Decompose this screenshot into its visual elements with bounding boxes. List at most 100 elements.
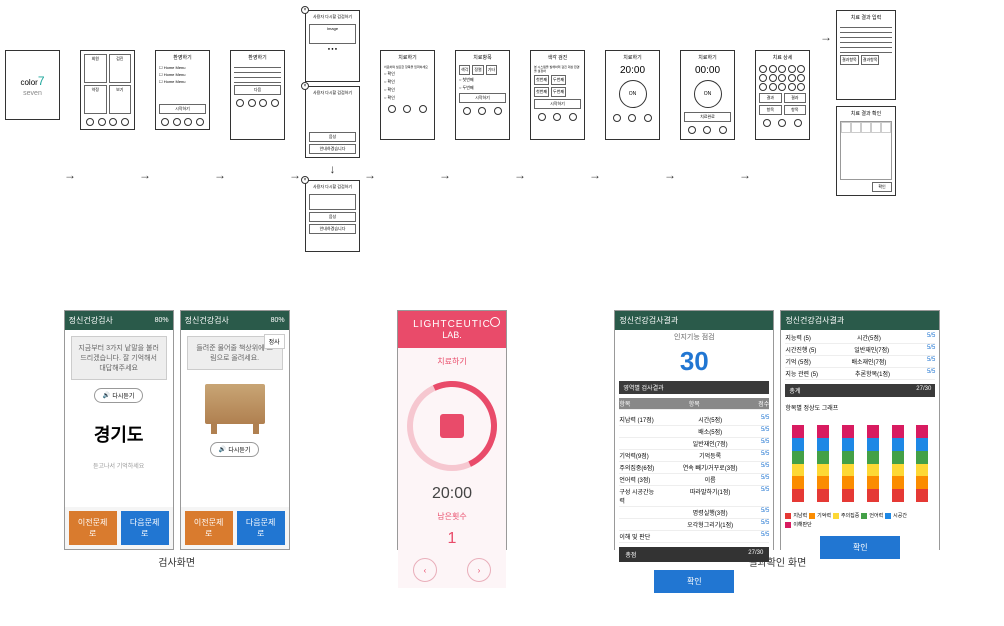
image-ph: Image [309,24,356,44]
title: 치료항목 [459,54,506,61]
title: 사용자 다시할 검검하기 [309,90,356,96]
desk-image[interactable] [205,384,265,424]
instruction-text: 지금부터 3가지 낱말을 불러드리겠습니다. 잘 기억해서 대답해주세요 [71,336,167,380]
result-group: 정신건강검사결과 인지기능 점검 30 영역별 검사결과 항목항목점수 지남력 … [614,310,940,569]
time-display: 20:00 [404,485,500,503]
audio-btn[interactable]: 음성 [309,212,356,222]
chart-title: 항목별 정상도 그래프 [785,403,935,412]
header-title: 정신건강검사 [69,315,113,326]
play-button[interactable]: 🔊 다시듣기 [94,388,144,403]
prev-button[interactable]: 이전문제로 [185,511,233,545]
title: 환영하기 [234,54,281,61]
title: 환영하기 [159,54,206,61]
screen-logo: color7 seven [5,50,60,120]
caption-exam: 검사화면 [158,554,195,569]
screen-home: 회원 검진 약정 보기 [80,50,135,130]
start-btn[interactable]: 시작하기 [534,99,581,109]
close-icon[interactable]: × [301,176,309,184]
home-btn[interactable]: 약정 [84,85,107,114]
next-arrow[interactable]: › [467,558,491,582]
title: 사용자 다시할 검검하기 [309,184,356,190]
title: 치료하기 [609,54,656,61]
screen-result-input: 치료 결과 입력 결과항목결과항목 [836,10,896,100]
close-icon[interactable]: × [301,6,309,14]
summary-table: 지능력 (5)시간(5점)5/5시간진행 (5)일반재인(7점)5/5기억 (5… [785,332,935,380]
remain-label: 남은횟수 [404,511,500,522]
audio-btn[interactable]: 안내하겠습니다 [309,144,356,154]
time-text: 00:00 [684,65,731,76]
confirm-button[interactable]: 확인 [654,570,734,593]
result-screen-1: 정신건강검사결과 인지기능 점검 30 영역별 검사결과 항목항목점수 지남력 … [614,310,774,550]
screen-therapy-opts: 치료하기 치료하며 필요한 항목을 입력하세요 ○ 확인 ○ 확인 ○ 확인 ○… [380,50,435,140]
start-btn[interactable]: 시작하기 [459,93,506,103]
on-button[interactable]: ON [619,80,647,108]
brand-title: LIGHTCEUTIC [413,319,491,330]
brand-sub: LAB. [442,330,462,340]
header-title: 정신건강검사결과 [785,315,844,326]
score-label: 인지기능 점검 [619,332,769,342]
screen-welcome2: 환영하기 다음 [230,50,285,140]
screen-welcome1: 환영하기 ☐ Home Menu ☐ Home Menu ☐ Home Menu… [155,50,210,130]
confirm-btn[interactable]: 확인 [872,182,892,192]
title: 사용자 다시할 검검하기 [309,14,356,20]
done-btn[interactable]: 치료완료 [684,112,731,122]
home-btn[interactable]: 검진 [109,54,132,83]
wireframe-flowchart: color7 seven → 회원 검진 약정 보기 → 환영하기 ☐ Home… [0,0,1004,300]
arrow-icon: → [589,168,601,182]
time-text: 20:00 [609,65,656,76]
home-btn[interactable]: 보기 [109,85,132,114]
caption-result: 결과확인 화면 [748,554,806,569]
arrow-icon: → [664,168,676,182]
arrow-icon: → [139,168,151,182]
header-title: 정신건강검사결과 [619,315,678,326]
sub-text: 듣고나서 기억하세요 [71,461,167,470]
screen-audio3: × 사용자 다시할 검검하기 음성 안내하겠습니다 [305,180,360,252]
count-display: 1 [404,530,500,548]
exam-screen-1: 정신건강검사 80% 지금부터 3가지 낱말을 불러드리겠습니다. 잘 기억해서 … [64,310,174,550]
result-screen-2: 정신건강검사결과 지능력 (5)시간(5점)5/5시간진행 (5)일반재인(7점… [780,310,940,550]
arrow-icon: → [439,168,451,182]
screen-therapy-cat: 치료항목 색각정렬기타 ○ 첫번째 ○ 두번째 시작하기 [455,50,510,140]
header-title: 정신건강검사 [185,315,229,326]
word-display: 경기도 [71,421,167,447]
next-btn[interactable]: 다음 [234,85,281,95]
arrow-icon: → [514,168,526,182]
therapy-group: LIGHTCEUTIC LAB. 치료하기 20:00 남은횟수 1 ‹ › 치… [397,310,507,569]
next-button[interactable]: 다음문제로 [237,511,285,545]
therapy-label: 치료하기 [404,356,500,367]
audio-btn[interactable]: 안내하겠습니다 [309,224,356,234]
screen-audio2: × 사용자 다시할 검검하기 음성 안내하겠습니다 [305,86,360,158]
screen-detail: 치료 상세 결과결과 항목항목 [755,50,810,140]
close-icon[interactable]: × [301,82,309,90]
on-button[interactable]: ON [694,80,722,108]
audio-btn[interactable]: 음성 [309,132,356,142]
logo-text: color [20,78,37,87]
title: 치료 결과 확인 [840,110,892,117]
chart-legend: 지남력기억력주의집중언어력시공간이해판단 [785,512,935,528]
confirm-button[interactable]: 확인 [820,536,900,559]
logo-sub: seven [23,90,42,97]
exam-group: 정신건강검사 80% 지금부터 3가지 낱말을 불러드리겠습니다. 잘 기억해서 … [64,310,290,569]
title: 치료하기 [684,54,731,61]
title: 치료 상세 [759,54,806,61]
screen-result-view: 치료 결과 확인 확인 [836,106,896,196]
progress-pct: 80% [155,317,169,324]
play-button[interactable]: 🔊 다시듣기 [210,442,260,457]
arrow-icon: → [364,168,376,182]
prev-button[interactable]: 이전문제로 [69,511,117,545]
stop-button[interactable] [440,414,464,438]
arrow-icon: → [64,168,76,182]
start-btn[interactable]: 시작하기 [159,104,206,114]
title: 치료하기 [384,54,431,61]
arrow-icon: → [739,168,751,182]
mockups-row: 정신건강검사 80% 지금부터 3가지 낱말을 불러드리겠습니다. 잘 기억해서 … [0,300,1004,579]
score-value: 30 [619,346,769,377]
prev-arrow[interactable]: ‹ [413,558,437,582]
next-button[interactable]: 다음문제로 [121,511,169,545]
gear-icon[interactable] [490,317,500,327]
exam-screen-2: 정신건강검사80% 들려준 물어줄 책상위에 그림으로 올려세요. 정사 🔊 다… [180,310,290,550]
home-btn[interactable]: 회원 [84,54,107,83]
screen-color-test: 색각 검진 본 시스템을 필해하려 검진 대상 환경을 설정하 첫번째두번째 첫… [530,50,585,140]
screen-timer1: 치료하기 20:00 ON [605,50,660,140]
title: 색각 검진 [534,54,581,61]
